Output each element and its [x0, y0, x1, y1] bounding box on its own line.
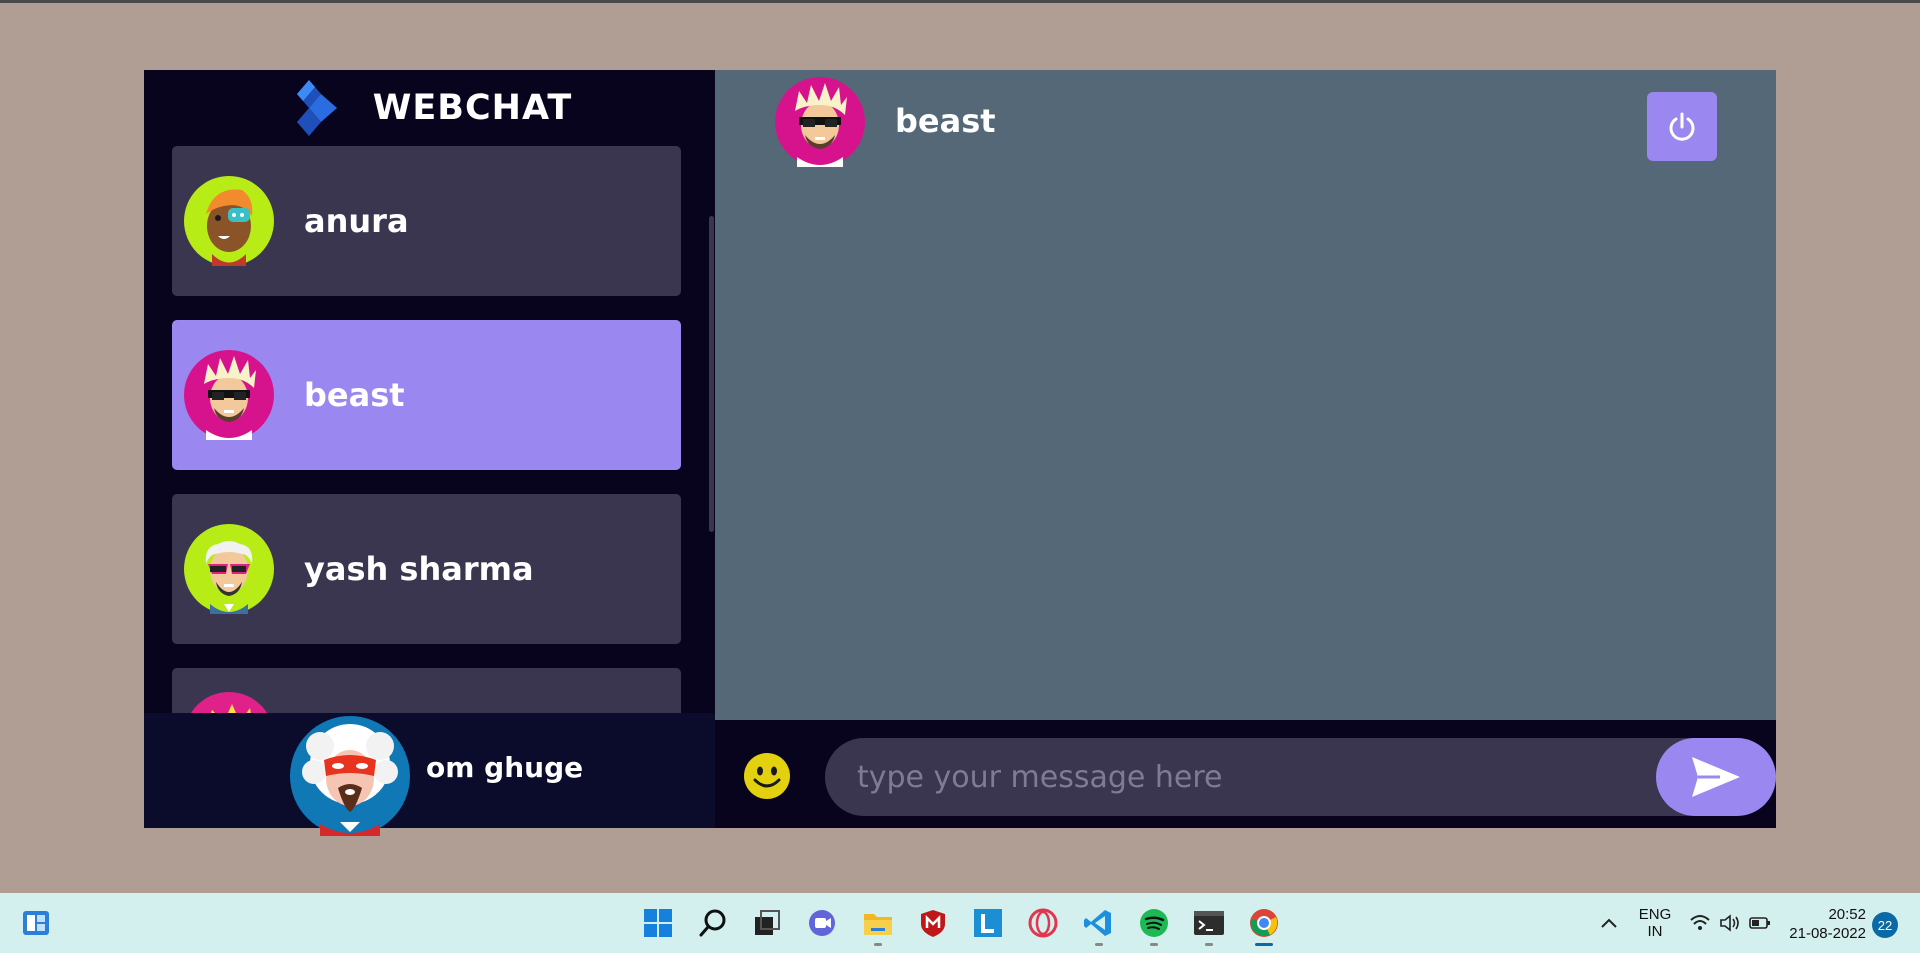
notification-badge[interactable]: 22: [1872, 912, 1898, 938]
emoji-icon[interactable]: [743, 752, 791, 800]
task-view-icon[interactable]: [749, 905, 785, 941]
battery-icon[interactable]: [1746, 905, 1774, 941]
brand-name: WEBCHAT: [372, 88, 573, 128]
message-composer: [715, 720, 1776, 828]
teams-icon[interactable]: [804, 905, 840, 941]
window-top-edge: [0, 0, 1920, 3]
wifi-icon[interactable]: [1686, 905, 1714, 941]
chat-panel: beast: [715, 70, 1776, 828]
system-clock[interactable]: 20:52 21-08-2022: [1789, 905, 1866, 943]
current-user-name: om ghuge: [426, 751, 584, 784]
webchat-app: WEBCHAT anura beast yash sharma om ghuge…: [144, 70, 1776, 836]
contact-list-scrollbar[interactable]: [709, 216, 714, 532]
file-explorer-icon[interactable]: [860, 905, 896, 941]
widgets-icon[interactable]: [18, 905, 54, 941]
terminal-icon[interactable]: [1191, 905, 1227, 941]
spotify-icon[interactable]: [1136, 905, 1172, 941]
chrome-running-indicator: [1255, 943, 1273, 946]
windows-taskbar: ENG IN 20:52 21-08-2022: [0, 893, 1920, 953]
power-icon: [1669, 112, 1695, 141]
message-input[interactable]: [825, 738, 1745, 816]
file-explorer-running-indicator: [874, 943, 882, 946]
current-user-panel: om ghuge: [144, 713, 715, 836]
sidebar: WEBCHAT anura beast yash sharma om ghuge: [144, 70, 715, 836]
mcafee-icon[interactable]: [915, 905, 951, 941]
chevron-up-icon[interactable]: [1594, 905, 1624, 941]
clock-date: 21-08-2022: [1789, 925, 1866, 942]
contact-name: anura: [304, 202, 409, 240]
vscode-icon[interactable]: [1080, 905, 1116, 941]
chat-header: beast: [715, 70, 1776, 180]
contact-item-anura[interactable]: anura: [172, 146, 681, 296]
send-button[interactable]: [1656, 738, 1776, 816]
contact-item-beast[interactable]: beast: [172, 320, 681, 470]
vscode-running-indicator: [1095, 943, 1103, 946]
webchat-logo-icon: [296, 80, 337, 136]
avatar-om: [290, 716, 410, 836]
send-icon: [1692, 757, 1740, 797]
contact-name: beast: [304, 376, 405, 414]
clock-time: 20:52: [1828, 906, 1866, 923]
avatar-beast: [184, 350, 274, 440]
start-icon[interactable]: [640, 905, 676, 941]
avatar-beast: [775, 77, 865, 167]
contact-list[interactable]: anura beast yash sharma: [172, 146, 682, 783]
chrome-icon[interactable]: [1246, 905, 1282, 941]
avatar-anura: [184, 176, 274, 266]
brand: WEBCHAT: [144, 70, 715, 146]
contact-name: yash sharma: [304, 550, 534, 588]
search-icon[interactable]: [695, 905, 731, 941]
terminal-running-indicator: [1205, 943, 1213, 946]
language-code: ENG: [1638, 906, 1672, 923]
language-indicator[interactable]: ENG IN: [1636, 906, 1674, 940]
opera-icon[interactable]: [1025, 905, 1061, 941]
spotify-running-indicator: [1150, 943, 1158, 946]
message-area[interactable]: [715, 180, 1776, 720]
logout-button[interactable]: [1647, 92, 1717, 161]
volume-icon[interactable]: [1716, 905, 1744, 941]
region-code: IN: [1647, 923, 1663, 940]
avatar-yash: [184, 524, 274, 614]
chat-recipient-name: beast: [895, 102, 996, 140]
contact-item-yash-sharma[interactable]: yash sharma: [172, 494, 681, 644]
l-app-icon[interactable]: [970, 905, 1006, 941]
